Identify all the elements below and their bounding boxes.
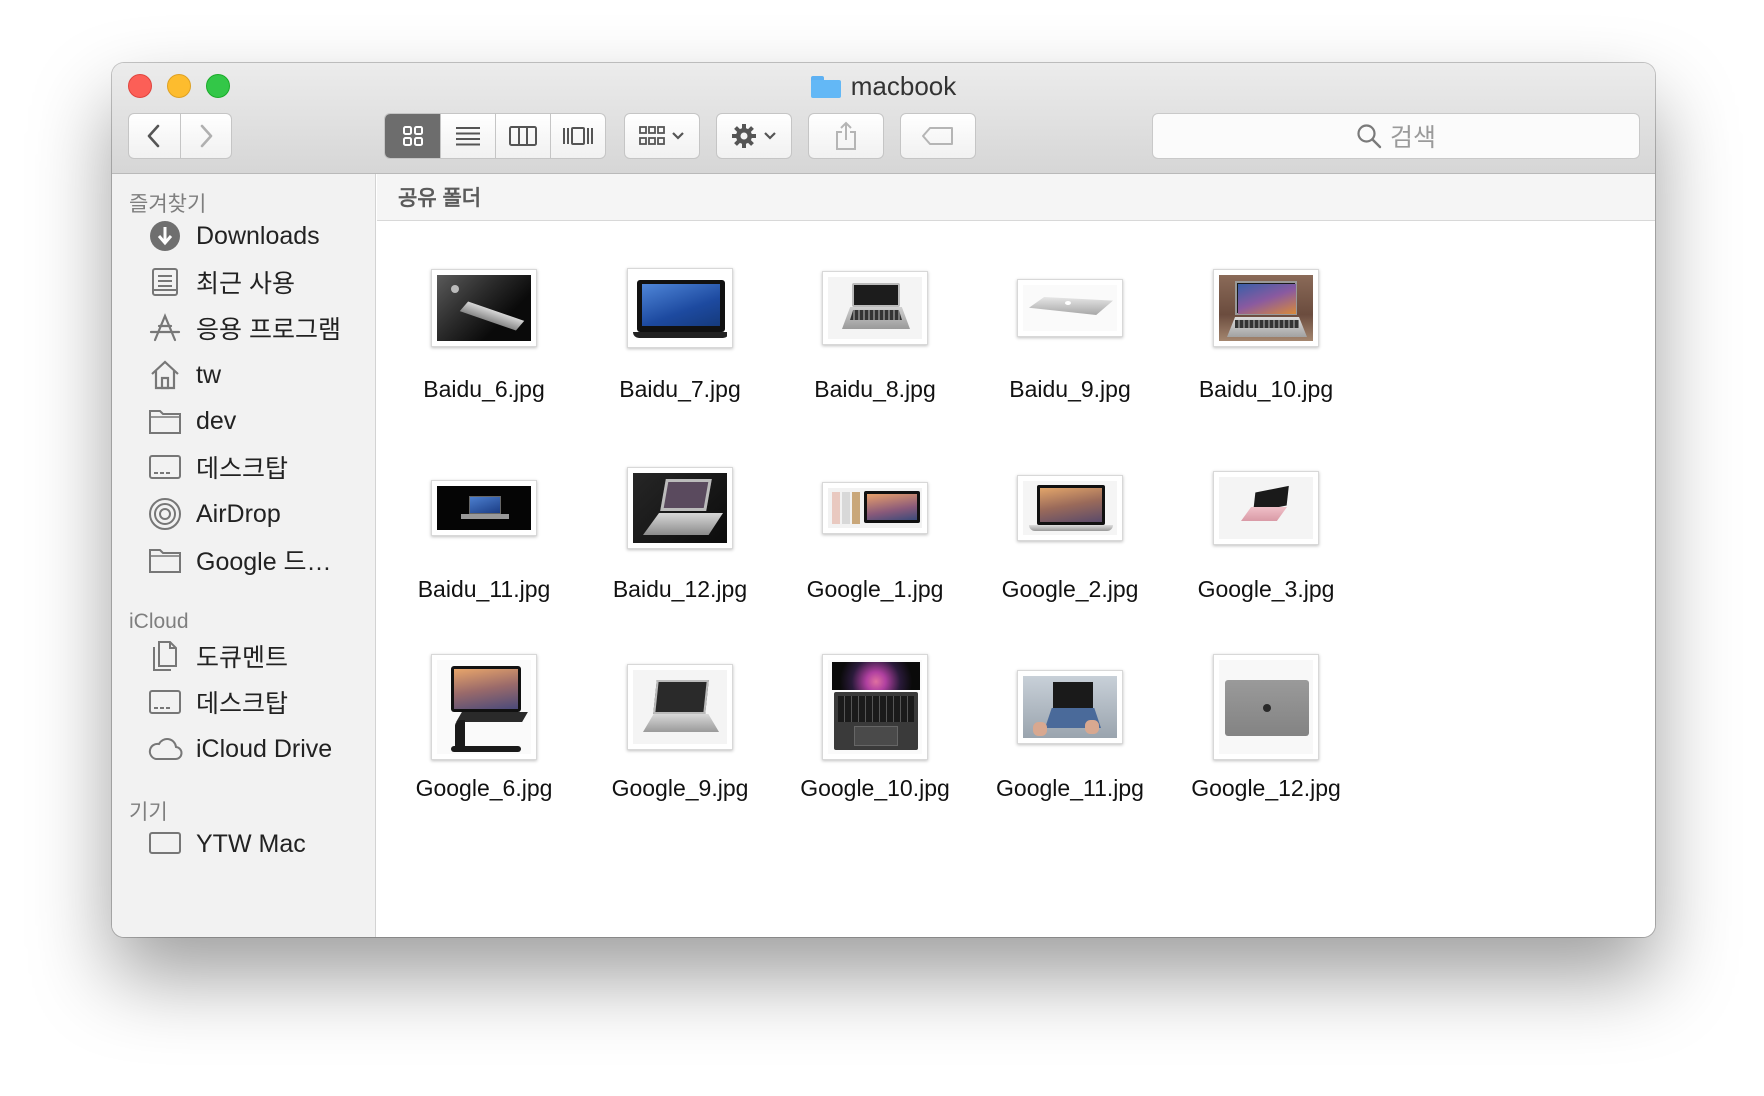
action-button[interactable]	[716, 113, 792, 159]
gallery-view-button[interactable]	[550, 114, 605, 158]
sidebar-item-desktop[interactable]: 데스크탑	[146, 447, 288, 487]
file-item[interactable]: Google_6.jpg	[386, 647, 582, 857]
home-icon	[146, 356, 184, 394]
folder-icon	[146, 541, 184, 579]
file-thumbnail	[431, 269, 537, 347]
list-view-button[interactable]	[440, 114, 495, 158]
finder-window: macbook 검색 즐겨찾기 Downloads 최근 사용 응용 프로그램 …	[112, 63, 1655, 937]
file-item[interactable]: Baidu_11.jpg	[386, 448, 582, 658]
file-item[interactable]: Baidu_9.jpg	[972, 248, 1168, 458]
file-item[interactable]: Baidu_6.jpg	[386, 248, 582, 458]
sidebar-item-airdrop[interactable]: AirDrop	[146, 494, 281, 534]
sidebar-item-downloads[interactable]: Downloads	[146, 216, 320, 256]
coverflow-icon	[563, 127, 593, 145]
view-mode-selector	[384, 113, 606, 159]
tag-icon	[922, 127, 953, 145]
search-placeholder: 검색	[1389, 124, 1436, 152]
file-thumbnail	[1017, 475, 1123, 541]
computer-icon	[146, 825, 184, 863]
file-item[interactable]: Google_3.jpg	[1168, 448, 1364, 658]
sidebar-item-dev[interactable]: dev	[146, 401, 236, 441]
sidebar: 즐겨찾기 Downloads 최근 사용 응용 프로그램 tw dev 데스크탑…	[112, 174, 376, 937]
sidebar-item-documents[interactable]: 도큐멘트	[146, 636, 288, 676]
toolbar: macbook 검색	[112, 63, 1655, 174]
recents-icon	[146, 263, 184, 301]
sidebar-section-favorites: 즐겨찾기	[129, 193, 207, 216]
file-thumbnail	[1017, 670, 1123, 744]
path-header: 공유 폴더	[377, 174, 1655, 221]
file-thumbnail	[822, 482, 928, 534]
file-thumbnail	[627, 268, 733, 348]
airdrop-icon	[146, 495, 184, 533]
navigation-buttons	[128, 113, 232, 159]
list-icon	[456, 127, 480, 146]
file-thumbnail	[1017, 279, 1123, 337]
back-button[interactable]	[129, 114, 180, 158]
search-field[interactable]: 검색	[1152, 113, 1640, 159]
sidebar-item-icloud-drive[interactable]: iCloud Drive	[146, 729, 332, 769]
file-grid: Baidu_6.jpg Baidu_7.jpg Baidu_8.jpg Baid…	[377, 221, 1655, 937]
arrange-button[interactable]	[624, 113, 700, 159]
file-thumbnail	[627, 467, 733, 549]
cloud-icon	[146, 730, 184, 768]
file-thumbnail	[822, 271, 928, 345]
folder-icon	[146, 402, 184, 440]
file-item[interactable]: Baidu_7.jpg	[582, 248, 778, 458]
sidebar-section-icloud: iCloud	[129, 610, 189, 633]
file-thumbnail	[822, 654, 928, 760]
file-item[interactable]: Google_9.jpg	[582, 647, 778, 857]
file-thumbnail	[1213, 269, 1319, 347]
chevron-left-icon	[148, 124, 160, 148]
file-thumbnail	[1213, 654, 1319, 760]
sidebar-item-icloud-desktop[interactable]: 데스크탑	[146, 682, 288, 722]
sidebar-section-devices: 기기	[129, 801, 168, 824]
documents-icon	[146, 637, 184, 675]
group-by-icon	[639, 126, 665, 145]
window-title: macbook	[850, 71, 957, 101]
share-icon	[836, 121, 856, 150]
chevron-down-icon	[672, 132, 684, 140]
desktop-icon	[146, 448, 184, 486]
path-label: 공유 폴더	[398, 187, 482, 210]
tags-button[interactable]	[900, 113, 976, 159]
folder-icon	[810, 75, 841, 98]
chevron-down-icon	[764, 132, 776, 140]
file-item[interactable]: Google_1.jpg	[777, 448, 973, 658]
file-item[interactable]: Baidu_10.jpg	[1168, 248, 1364, 458]
downloads-icon	[146, 217, 184, 255]
file-item[interactable]: Baidu_12.jpg	[582, 448, 778, 658]
file-item[interactable]: Google_11.jpg	[972, 647, 1168, 857]
sidebar-item-recents[interactable]: 최근 사용	[146, 262, 295, 302]
file-item[interactable]: Google_10.jpg	[777, 647, 973, 857]
sidebar-item-ytw-mac[interactable]: YTW Mac	[146, 824, 306, 864]
file-item[interactable]: Google_2.jpg	[972, 448, 1168, 658]
file-thumbnail	[627, 664, 733, 750]
sidebar-item-google-drive[interactable]: Google 드…	[146, 540, 332, 580]
file-item[interactable]: Baidu_8.jpg	[777, 248, 973, 458]
file-thumbnail	[431, 480, 537, 536]
file-item[interactable]: Google_12.jpg	[1168, 647, 1364, 857]
icon-grid-icon	[402, 126, 423, 146]
sidebar-item-applications[interactable]: 응용 프로그램	[146, 308, 341, 348]
column-view-button[interactable]	[495, 114, 550, 158]
desktop-icon	[146, 683, 184, 721]
forward-button[interactable]	[179, 114, 231, 158]
window-title-bar: macbook	[112, 71, 1655, 101]
columns-icon	[509, 126, 537, 146]
applications-icon	[146, 309, 184, 347]
file-thumbnail	[1213, 471, 1319, 545]
gear-icon	[732, 124, 756, 148]
share-button[interactable]	[808, 113, 884, 159]
icon-view-button[interactable]	[385, 114, 440, 158]
chevron-right-icon	[200, 124, 213, 148]
search-icon	[1357, 124, 1382, 149]
file-thumbnail	[431, 654, 537, 760]
sidebar-item-home[interactable]: tw	[146, 355, 221, 395]
